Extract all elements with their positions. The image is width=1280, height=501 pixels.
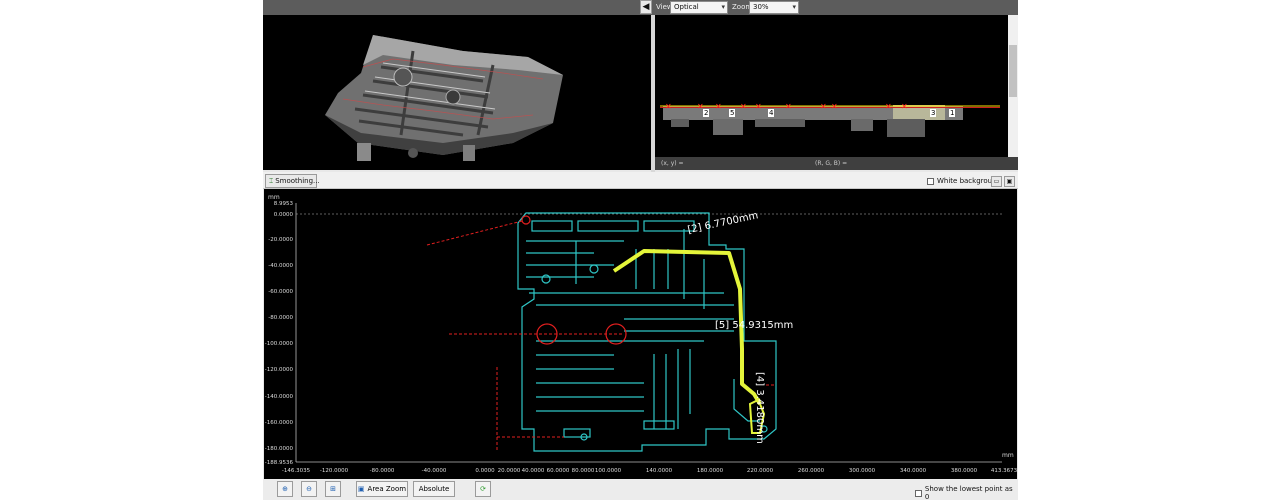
profile-toolbar: [263, 172, 1018, 189]
3d-part-render: [325, 35, 563, 161]
point-label-3: 3: [930, 109, 937, 117]
smoothing-button[interactable]: ⌶ Smoothing...: [265, 174, 320, 188]
svg-text:✕: ✕: [785, 102, 792, 111]
3d-view-topbar: [263, 0, 653, 15]
vertical-scrollbar[interactable]: [1008, 15, 1018, 157]
y-tick-labels: 8.9953 0.0000 -20.0000 -40.0000 -60.0000 -80.…: [265, 201, 294, 466]
x-tick-label: 300.0000: [849, 468, 876, 474]
checkbox-box[interactable]: [927, 177, 934, 185]
fit-view-icon: ⊞: [330, 485, 336, 493]
x-tick-label: 260.0000: [798, 468, 825, 474]
view-select[interactable]: Optical ▾: [670, 1, 728, 14]
area-zoom-button[interactable]: ▣ Area Zoom: [356, 481, 408, 497]
x-tick-label: 60.0000: [547, 468, 570, 474]
area-zoom-icon: ▣: [357, 485, 365, 493]
point-label-2: 2: [703, 109, 710, 117]
x-tick-label: 0.0000: [475, 468, 495, 474]
x-tick-label: 220.0000: [747, 468, 774, 474]
x-tick-label: 340.0000: [900, 468, 927, 474]
x-tick-labels: -146.3035 -120.0000 -80.0000 -40.0000 0.0000…: [282, 468, 1017, 474]
fit-view-button[interactable]: ⊞: [325, 481, 341, 497]
y-tick-label: -188.9536: [265, 460, 294, 466]
x-tick-label: 413.3673: [991, 468, 1017, 474]
white-background-checkbox[interactable]: White background: [927, 177, 1001, 185]
x-tick-label: -146.3035: [282, 468, 311, 474]
chevron-down-icon: ▾: [721, 3, 725, 11]
measurement-4-label: [4] 3.4180mm: [754, 372, 765, 444]
point-label-1: 1: [949, 109, 956, 117]
x-tick-label: -40.0000: [422, 468, 447, 474]
svg-text:✕: ✕: [715, 102, 722, 111]
y-tick-label: -80.0000: [268, 315, 293, 321]
collapse-left-button[interactable]: ◀: [640, 0, 652, 14]
scrollbar-thumb[interactable]: [1009, 45, 1017, 97]
checkbox-box[interactable]: [915, 489, 922, 497]
absolute-button[interactable]: Absolute: [413, 481, 455, 497]
zoom-in-button[interactable]: ⊕: [277, 481, 293, 497]
x-tick-label: -80.0000: [370, 468, 395, 474]
y-unit-label: mm: [268, 194, 280, 201]
zoom-out-button[interactable]: ⊖: [301, 481, 317, 497]
y-tick-label: 0.0000: [274, 212, 294, 218]
x-tick-label: 40.0000: [522, 468, 545, 474]
y-tick-label: -160.0000: [265, 420, 294, 426]
y-tick-label: -120.0000: [265, 367, 294, 373]
x-tick-label: -120.0000: [320, 468, 349, 474]
x-tick-label: 100.0000: [595, 468, 622, 474]
x-tick-label: 80.0000: [572, 468, 595, 474]
show-lowest-point-checkbox[interactable]: Show the lowest point as 0: [915, 485, 1018, 501]
x-tick-label: 380.0000: [951, 468, 978, 474]
svg-text:✕: ✕: [755, 102, 762, 111]
x-tick-label: 180.0000: [697, 468, 724, 474]
minimize-button[interactable]: ▭: [991, 176, 1002, 187]
smoothing-icon: ⌶: [269, 176, 274, 185]
measurement-circles: [521, 215, 627, 345]
point-label-5: 5: [729, 109, 736, 117]
status-xy: (x, y) =: [661, 160, 684, 167]
x-tick-label: 140.0000: [646, 468, 673, 474]
zoom-select[interactable]: 30% ▾: [749, 1, 799, 14]
triangle-left-icon: ◀: [642, 2, 650, 12]
pane-divider[interactable]: [651, 15, 655, 172]
status-rgb: (R, G, B) =: [815, 160, 848, 167]
y-tick-label: -100.0000: [265, 341, 294, 347]
zoom-in-icon: ⊕: [282, 485, 288, 493]
svg-text:✕: ✕: [820, 102, 827, 111]
x-tick-label: 20.0000: [498, 468, 521, 474]
svg-text:✕: ✕: [831, 102, 838, 111]
maximize-button[interactable]: ▣: [1004, 176, 1015, 187]
y-tick-label: -180.0000: [265, 446, 294, 452]
measurement-3-label: [3] 61.2619mm: [1046, 409, 1125, 420]
y-tick-label: 8.9953: [274, 201, 294, 207]
app-window: ◀ View Optical ▾ Zoom 30% ▾ ✕ ✕ ✕ ✕ ✕ ✕ …: [263, 0, 1128, 501]
y-tick-label: -40.0000: [268, 263, 293, 269]
x-unit-label: mm: [1002, 452, 1014, 459]
profile-plot[interactable]: mm mm 8.9953 0.0000 -20.0000 -40.0000 -60.00…: [264, 189, 1017, 479]
measurement-1-label: [1] 1010.04mm²: [1046, 379, 1129, 390]
measurement-lines: [426, 220, 774, 451]
refresh-button[interactable]: ⟳: [475, 481, 491, 497]
svg-text:✕: ✕: [665, 102, 672, 111]
point-label-4: 4: [768, 109, 775, 117]
y-tick-label: -20.0000: [268, 237, 293, 243]
y-tick-label: -140.0000: [265, 394, 294, 400]
refresh-icon: ⟳: [480, 485, 486, 493]
svg-text:✕: ✕: [901, 102, 908, 111]
svg-text:✕: ✕: [885, 102, 892, 111]
measurement-5-label: [5] 54.9315mm: [715, 320, 794, 331]
chevron-down-icon: ▾: [792, 3, 796, 11]
svg-text:✕: ✕: [740, 102, 747, 111]
zoom-out-icon: ⊖: [306, 485, 312, 493]
y-tick-label: -60.0000: [268, 289, 293, 295]
side-profile-render: ✕ ✕ ✕ ✕ ✕ ✕ ✕ ✕ ✕ ✕: [660, 102, 1000, 137]
